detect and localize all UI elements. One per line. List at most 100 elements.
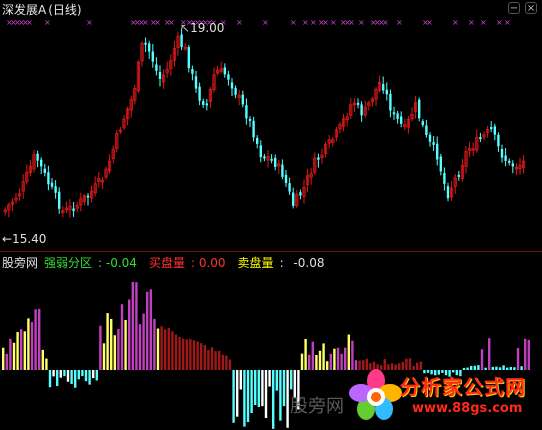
histogram-bar <box>254 370 257 406</box>
histogram-bar <box>214 351 217 370</box>
histogram-bar <box>261 370 264 407</box>
histogram-bar <box>34 309 37 370</box>
histogram-bar <box>192 340 196 370</box>
histogram-bar <box>66 370 70 382</box>
histogram-bar <box>178 336 181 370</box>
histogram-bar <box>311 341 314 370</box>
histogram-bar <box>315 354 318 370</box>
histogram-bar <box>63 370 66 377</box>
histogram-bar <box>189 338 192 370</box>
histogram-bar <box>236 370 239 417</box>
histogram-bar <box>30 322 34 370</box>
histogram-bar <box>246 370 250 423</box>
histogram-bar <box>120 304 124 370</box>
histogram-bar <box>318 350 322 370</box>
histogram-bar <box>27 318 30 370</box>
histogram-bar <box>135 282 138 370</box>
histogram-bar <box>333 348 336 370</box>
histogram-bar <box>149 289 152 370</box>
histogram-bar <box>20 329 23 370</box>
histogram-bar <box>167 327 170 370</box>
histogram-bar <box>95 370 98 381</box>
histogram-bar <box>131 281 134 370</box>
histogram-bar <box>290 370 293 390</box>
histogram-bar <box>117 328 120 370</box>
histogram-bar <box>52 370 55 377</box>
histogram-bar <box>138 324 142 370</box>
histogram-bar <box>207 350 210 370</box>
histogram-bar <box>77 370 80 380</box>
histogram-bar <box>2 347 5 370</box>
histogram-bar <box>12 342 16 370</box>
histogram-bar <box>84 370 88 382</box>
histogram-bar <box>225 355 228 370</box>
indicator-histogram[interactable] <box>0 0 542 430</box>
histogram-bar <box>272 370 275 429</box>
logo-url-text: www.88gs.com <box>412 401 523 416</box>
histogram-bar <box>102 343 106 370</box>
histogram-bar <box>336 347 340 370</box>
site-logo: 分析家公式网 www.88gs.com <box>346 367 540 427</box>
watermark-text: 股旁网 <box>290 396 344 417</box>
histogram-bar <box>142 313 145 370</box>
histogram-bar <box>41 349 44 370</box>
histogram-bar <box>250 370 253 414</box>
histogram-bar <box>282 370 286 407</box>
histogram-bar <box>164 329 167 370</box>
histogram-bar <box>124 319 127 370</box>
histogram-bar <box>322 343 325 370</box>
histogram-bar <box>48 370 52 388</box>
histogram-bar <box>264 370 268 419</box>
histogram-bar <box>81 370 84 377</box>
histogram-bar <box>45 358 48 370</box>
histogram-bar <box>106 313 109 370</box>
histogram-bar <box>70 370 73 384</box>
histogram-bar <box>268 370 271 387</box>
histogram-bar <box>239 370 242 390</box>
flower-icon <box>349 369 402 420</box>
histogram-bar <box>232 370 235 423</box>
histogram-bar <box>196 341 199 370</box>
histogram-bar <box>74 370 77 388</box>
histogram-bar <box>23 331 26 370</box>
histogram-bar <box>257 370 260 407</box>
histogram-bar <box>329 353 332 370</box>
histogram-bar <box>218 350 221 370</box>
histogram-bar <box>128 299 131 370</box>
histogram-bar <box>153 318 156 370</box>
logo-chinese-text: 分析家公式网 <box>400 375 526 399</box>
histogram-bar <box>279 370 282 421</box>
histogram-bar <box>524 338 527 370</box>
histogram-bar <box>340 353 343 370</box>
histogram-bar <box>59 370 62 378</box>
histogram-bar <box>275 370 278 391</box>
histogram-bar <box>171 331 174 370</box>
histogram-bar <box>5 353 8 370</box>
chart-window: 深发展A (日线) − × × × × × × × × × × × × × × × × × × × × × × × × × × × ×… <box>0 0 542 430</box>
histogram-bar <box>527 339 530 370</box>
histogram-bar <box>228 359 232 370</box>
histogram-bar <box>221 354 224 370</box>
histogram-bar <box>203 345 206 370</box>
histogram-bar <box>182 338 185 370</box>
histogram-bar <box>304 338 307 370</box>
histogram-bar <box>326 361 329 370</box>
histogram-bar <box>88 370 91 385</box>
histogram-bar <box>174 334 178 370</box>
histogram-bar <box>113 335 116 370</box>
histogram-bar <box>92 370 95 379</box>
histogram-bar <box>200 343 203 370</box>
histogram-bar <box>286 370 289 428</box>
histogram-bar <box>488 338 491 370</box>
histogram-bar <box>99 325 102 370</box>
histogram-bar <box>16 332 19 370</box>
histogram-bar <box>56 370 59 387</box>
histogram-bar <box>9 338 12 370</box>
histogram-bar <box>156 328 160 370</box>
histogram-bar <box>210 347 214 370</box>
histogram-bar <box>110 318 113 370</box>
histogram-bar <box>243 370 246 427</box>
histogram-bar <box>347 334 350 370</box>
histogram-bar <box>38 308 41 370</box>
histogram-bar <box>300 353 304 370</box>
